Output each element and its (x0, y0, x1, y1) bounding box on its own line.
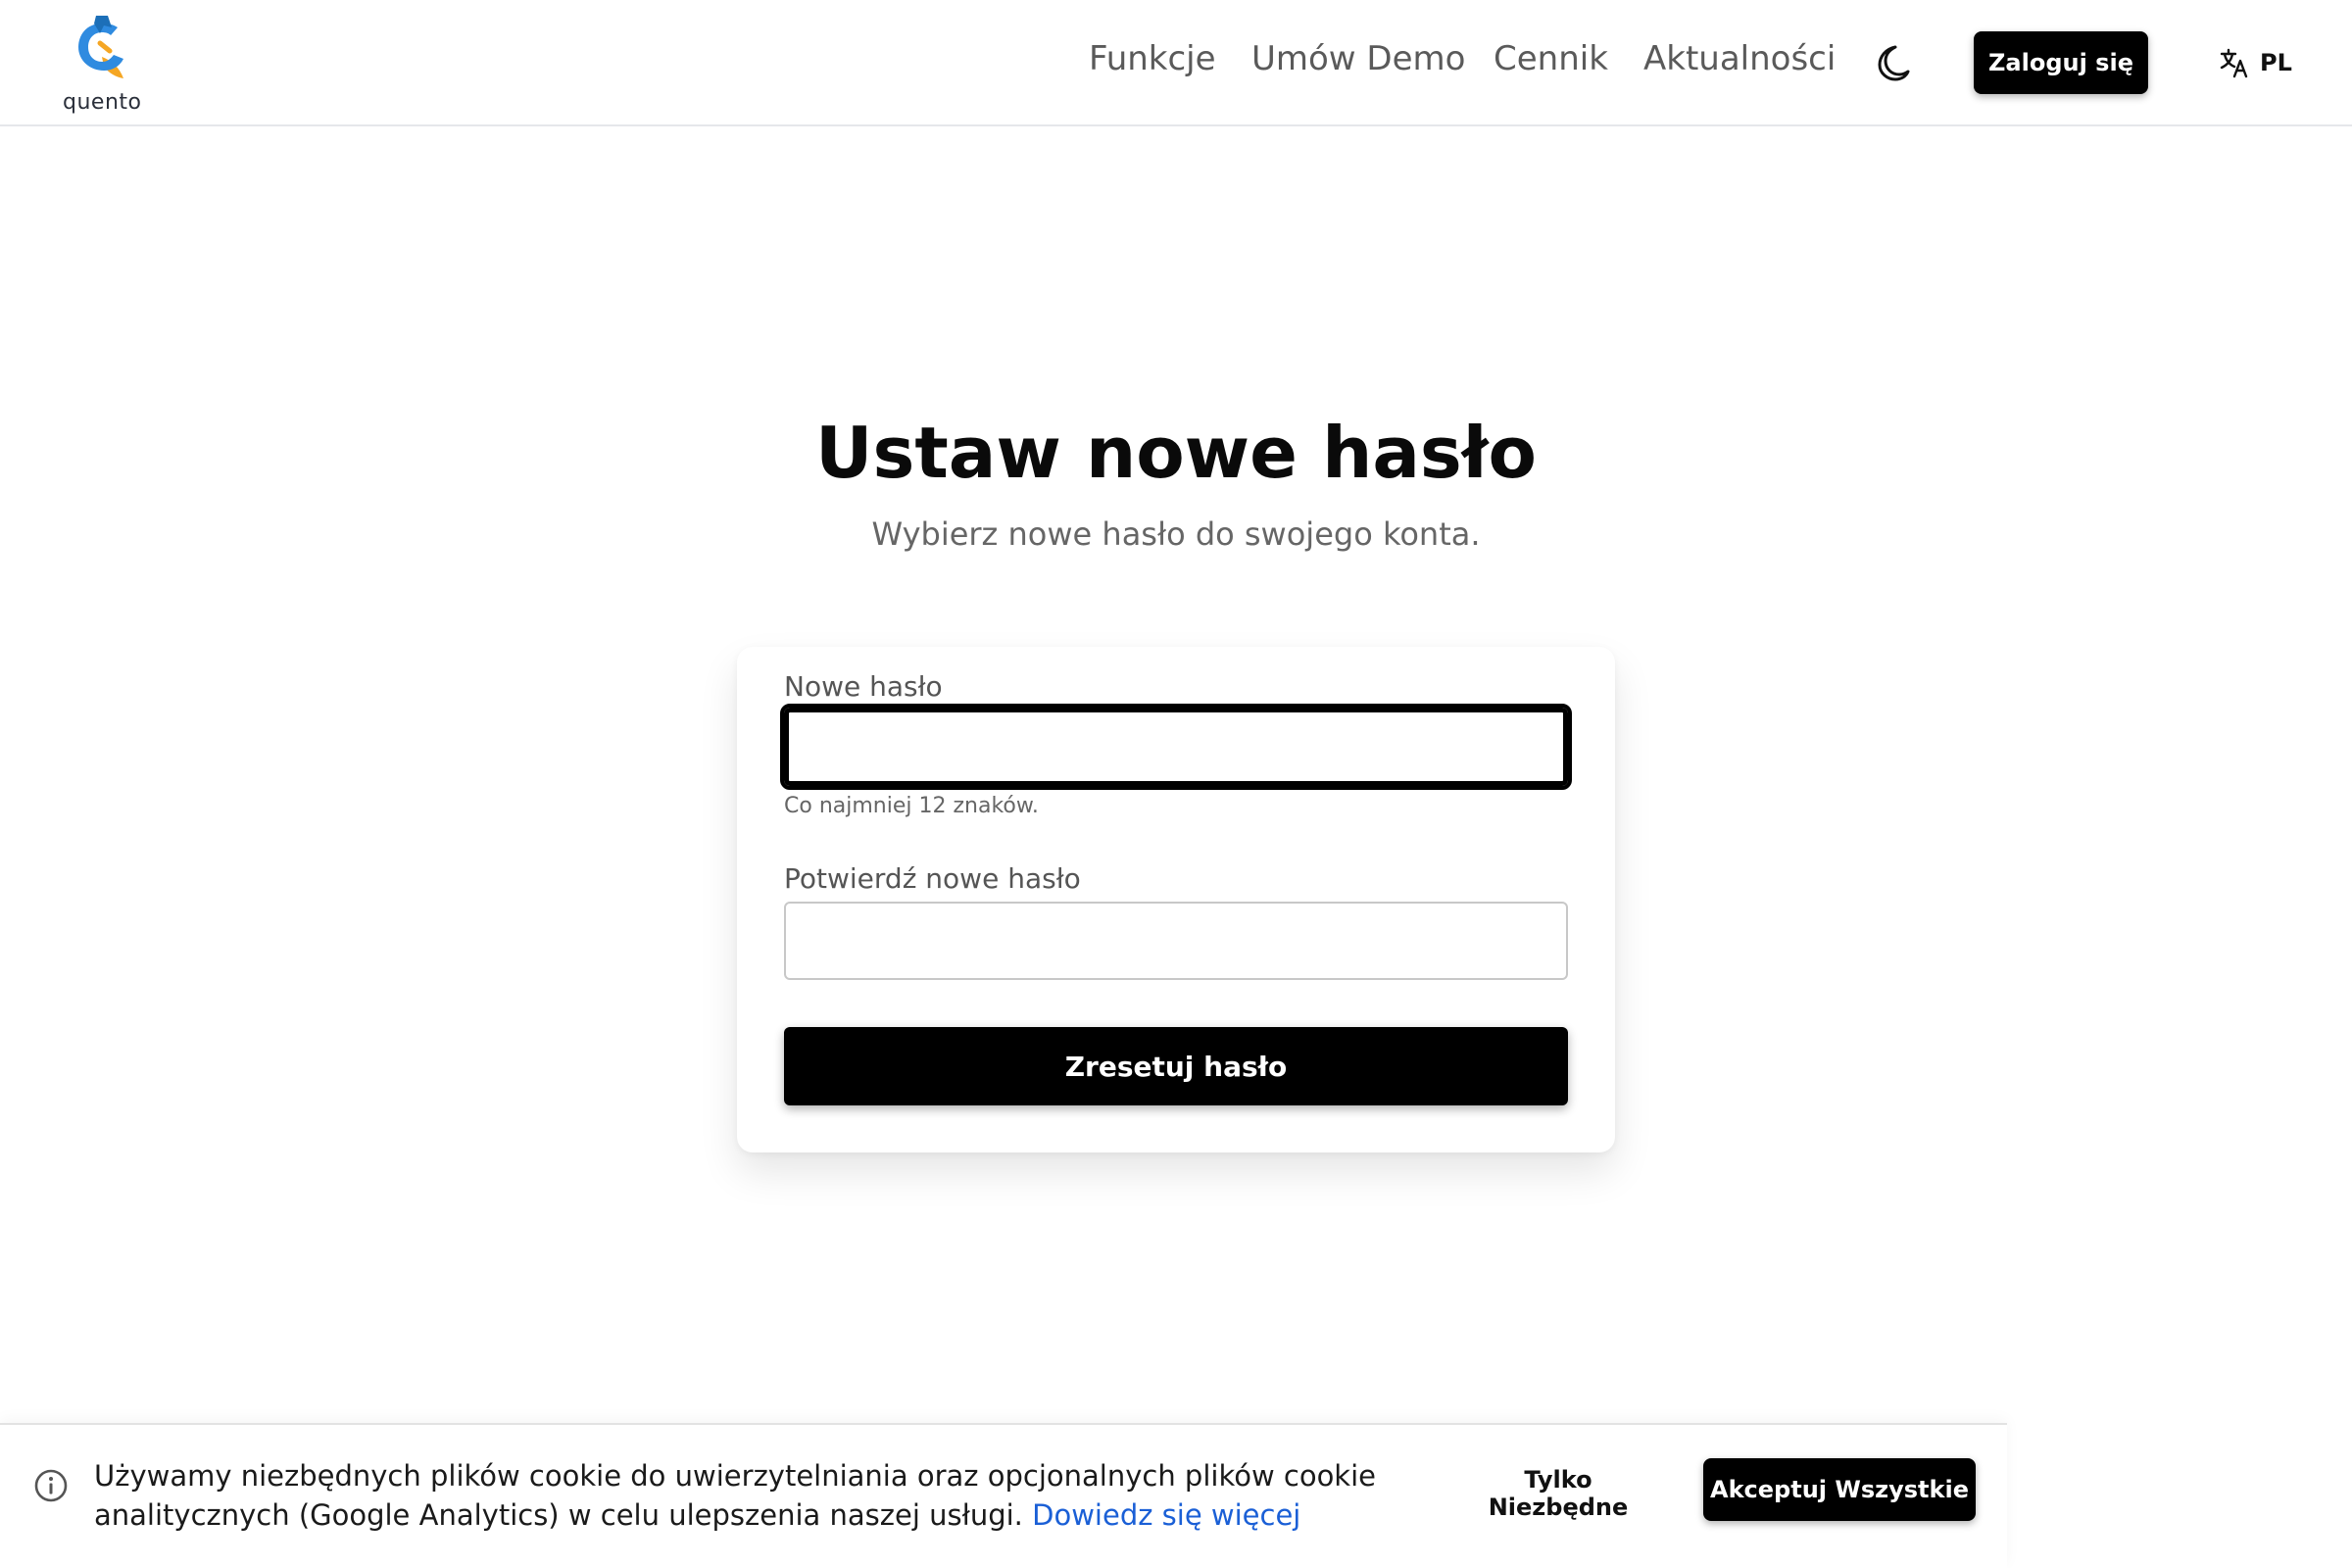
login-button[interactable]: Zaloguj się (1974, 31, 2148, 94)
site-header: quento Funkcje Umów Demo Cennik Aktualno… (0, 0, 2352, 126)
info-icon (34, 1469, 68, 1502)
accept-all-button[interactable]: Akceptuj Wszystkie (1703, 1458, 1976, 1521)
translate-icon (2220, 48, 2248, 78)
confirm-password-label: Potwierdź nowe hasło (784, 862, 1081, 895)
nav-link-aktualnosci[interactable]: Aktualności (1643, 39, 1836, 78)
necessary-only-button[interactable]: Tylko Niezbędne (1450, 1466, 1666, 1521)
language-code: PL (2260, 49, 2292, 76)
learn-more-link[interactable]: Dowiedz się więcej (1032, 1498, 1300, 1532)
cookie-banner: Używamy niezbędnych plików cookie do uwi… (0, 1423, 2007, 1568)
cookie-message: Używamy niezbędnych plików cookie do uwi… (94, 1456, 1397, 1535)
new-password-input[interactable] (780, 704, 1572, 790)
new-password-label: Nowe hasło (784, 670, 943, 703)
nav-link-funkcje[interactable]: Funkcje (1089, 39, 1216, 78)
page-title: Ustaw nowe hasło (815, 412, 1537, 494)
theme-toggle-button[interactable] (1872, 43, 1911, 82)
nav-link-cennik[interactable]: Cennik (1494, 39, 1608, 78)
logo-text: quento (63, 90, 142, 115)
moon-icon (1878, 45, 1910, 81)
nav-link-demo[interactable]: Umów Demo (1251, 39, 1465, 78)
reset-password-button[interactable]: Zresetuj hasło (784, 1027, 1568, 1105)
confirm-password-input[interactable] (784, 902, 1568, 980)
quento-logo[interactable]: quento (63, 14, 141, 115)
language-switcher[interactable]: PL (2219, 45, 2292, 80)
page-subtitle: Wybierz nowe hasło do swojego konta. (871, 515, 1481, 553)
reset-password-card: Nowe hasło Co najmniej 12 znaków. Potwie… (737, 647, 1615, 1152)
quento-logo-icon (78, 16, 123, 78)
new-password-hint: Co najmniej 12 znaków. (784, 794, 1039, 818)
